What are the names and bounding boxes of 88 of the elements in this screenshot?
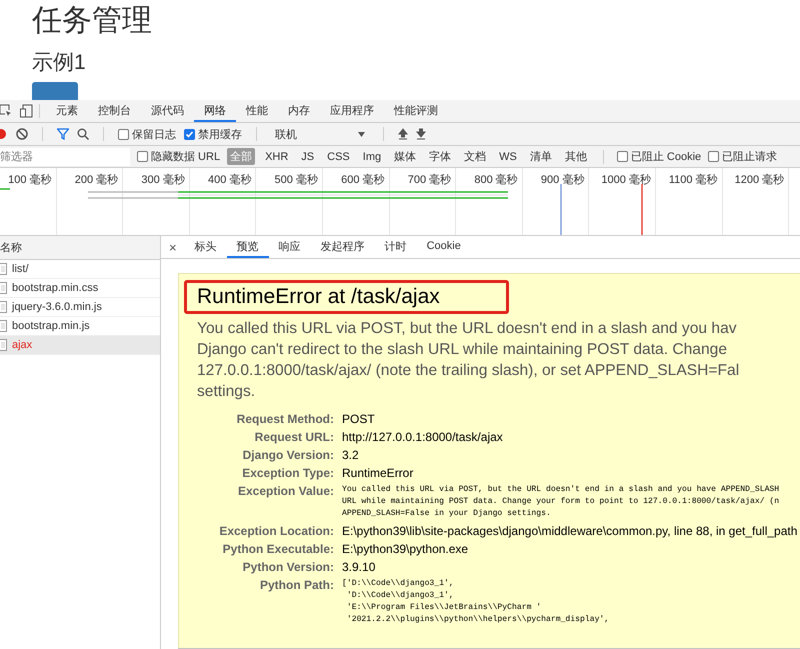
caret-icon (358, 132, 365, 136)
type-filter[interactable]: 媒体 (391, 148, 420, 165)
meta-label: Python Executable: (222, 542, 334, 556)
tick-label: 100 毫秒 (8, 174, 52, 186)
waterfall-line (0, 188, 10, 190)
column-header: 名称 (0, 241, 22, 255)
type-filter[interactable]: 其他 (562, 148, 590, 165)
device-icon[interactable] (20, 104, 33, 118)
devtools-tab[interactable]: 应用程序 (320, 100, 384, 122)
detail-tab[interactable]: 计时 (374, 236, 417, 258)
download-icon[interactable] (416, 128, 426, 140)
tick-label: 200 毫秒 (74, 174, 118, 186)
meta-value: E:\python39\python.exe (342, 542, 468, 556)
tick-label: 1100 毫秒 (668, 174, 718, 186)
meta-value: E:\python39\lib\site-packages\django\middleware\common.py, line 88, in get_full_path (342, 524, 798, 538)
detail-tab[interactable]: 发起程序 (310, 236, 375, 258)
tick-label: 900 毫秒 (540, 174, 584, 186)
type-filter[interactable]: XHR (262, 150, 292, 164)
request-row[interactable]: list/ (0, 260, 160, 279)
checkbox[interactable] (184, 128, 195, 140)
inspect-icon[interactable] (0, 104, 12, 118)
file-icon (0, 339, 8, 351)
meta-label: Request Method: (236, 412, 334, 426)
filter-icon[interactable] (57, 128, 69, 140)
error-description: You called this URL via POST, but the URL doesn't end in a slash and you hav Django can't redirect to the slash URL while maintaining POST data. Change 127.0.0.1:8000/task/ajax/ (note the trailing slash), or set APPEND_SLASH=Fal settings. (197, 319, 740, 402)
type-filter[interactable]: WS (496, 150, 520, 164)
throttling-dropdown[interactable]: 联机 (271, 126, 369, 142)
detail-tab[interactable]: 预览 (226, 236, 269, 258)
tick-label: 800 毫秒 (474, 174, 518, 186)
request-row[interactable]: bootstrap.min.css (0, 279, 160, 298)
page-subtitle: 示例1 (32, 50, 86, 76)
meta-value: You called this URL via POST, but the URL doesn't end in a slash and you have APPEND_SLASH URL while maintaining POST data. Change your form to point to 127.0.0.1:8000/task/ajax/ (n APPEND_SLASH=False in your Django settings. (342, 484, 780, 520)
meta-label: Exception Value: (238, 484, 334, 498)
checkbox[interactable] (708, 151, 720, 162)
tick-label: 1000 毫秒 (601, 174, 651, 186)
record-icon[interactable] (0, 128, 8, 140)
upload-icon[interactable] (398, 128, 408, 140)
meta-value: 3.9.10 (342, 560, 376, 574)
request-row[interactable]: ajax (0, 336, 160, 355)
checkbox-label: 隐藏数据 URL (151, 150, 220, 164)
filter-field[interactable]: 筛选器 (0, 148, 130, 166)
type-filter[interactable]: CSS (324, 150, 353, 164)
checkbox[interactable] (137, 151, 148, 162)
search-icon[interactable] (77, 128, 89, 140)
tick-label: 300 毫秒 (141, 174, 185, 186)
type-filter[interactable]: JS (298, 150, 318, 164)
devtools-tab[interactable]: 元素 (46, 100, 88, 122)
load-marker (641, 184, 643, 235)
meta-value: RuntimeError (342, 466, 414, 480)
type-filter[interactable]: 清单 (526, 148, 555, 165)
error-title: RuntimeError at /task/ajax (197, 285, 440, 309)
load-marker (560, 184, 562, 235)
devtools-tab[interactable]: 控制台 (88, 100, 141, 122)
request-row[interactable]: jquery-3.6.0.min.js (0, 298, 160, 317)
tick-label: 400 毫秒 (208, 174, 252, 186)
detail-tab[interactable]: 标头 (184, 236, 227, 258)
checkbox[interactable] (616, 151, 628, 162)
tick-label: 700 毫秒 (408, 174, 452, 186)
meta-value: ['D:\\Code\\django3_1', 'D:\\Code\\django3_1', 'E:\\Program Files\\JetBrains\\PyCharm ' '2021.2.2\\plugins\\python\\helpers\\pycharm_display', (342, 578, 610, 626)
meta-label: Python Path: (260, 578, 334, 592)
checkbox-label: 已阻止 Cookie (630, 150, 702, 164)
meta-value: http://127.0.0.1:8000/task/ajax (342, 430, 503, 444)
devtools-tab[interactable]: 性能 (236, 100, 278, 122)
tick-label: 600 毫秒 (341, 174, 385, 186)
close-button[interactable]: × (161, 240, 185, 254)
devtools-tab[interactable]: 内存 (278, 100, 320, 122)
meta-label: Django Version: (242, 448, 334, 462)
meta-label: Exception Type: (242, 466, 334, 480)
detail-tab[interactable]: 响应 (268, 236, 311, 258)
checkbox-label: 禁用缓存 (198, 128, 242, 142)
type-filter[interactable]: 字体 (426, 148, 454, 165)
page-title: 任务管理 (32, 3, 152, 39)
meta-value: POST (342, 412, 375, 426)
tick-label: 500 毫秒 (274, 174, 318, 186)
devtools-tab[interactable]: 性能评测 (384, 100, 448, 122)
meta-label: Exception Location: (219, 524, 334, 538)
detail-tab[interactable]: Cookie (416, 236, 471, 258)
clear-icon[interactable] (16, 128, 28, 140)
tick-label: 1200 毫秒 (734, 174, 784, 186)
type-filter[interactable]: Img (360, 150, 384, 164)
devtools-tab[interactable]: 源代码 (141, 100, 194, 122)
checkbox[interactable] (118, 128, 129, 140)
checkbox-label: 已阻止请求 (722, 150, 778, 164)
checkbox-label: 保留日志 (132, 128, 176, 142)
type-filter[interactable]: 文档 (461, 148, 490, 165)
meta-label: Python Version: (242, 560, 334, 574)
meta-value: 3.2 (342, 448, 359, 462)
meta-label: Request URL: (254, 430, 334, 444)
